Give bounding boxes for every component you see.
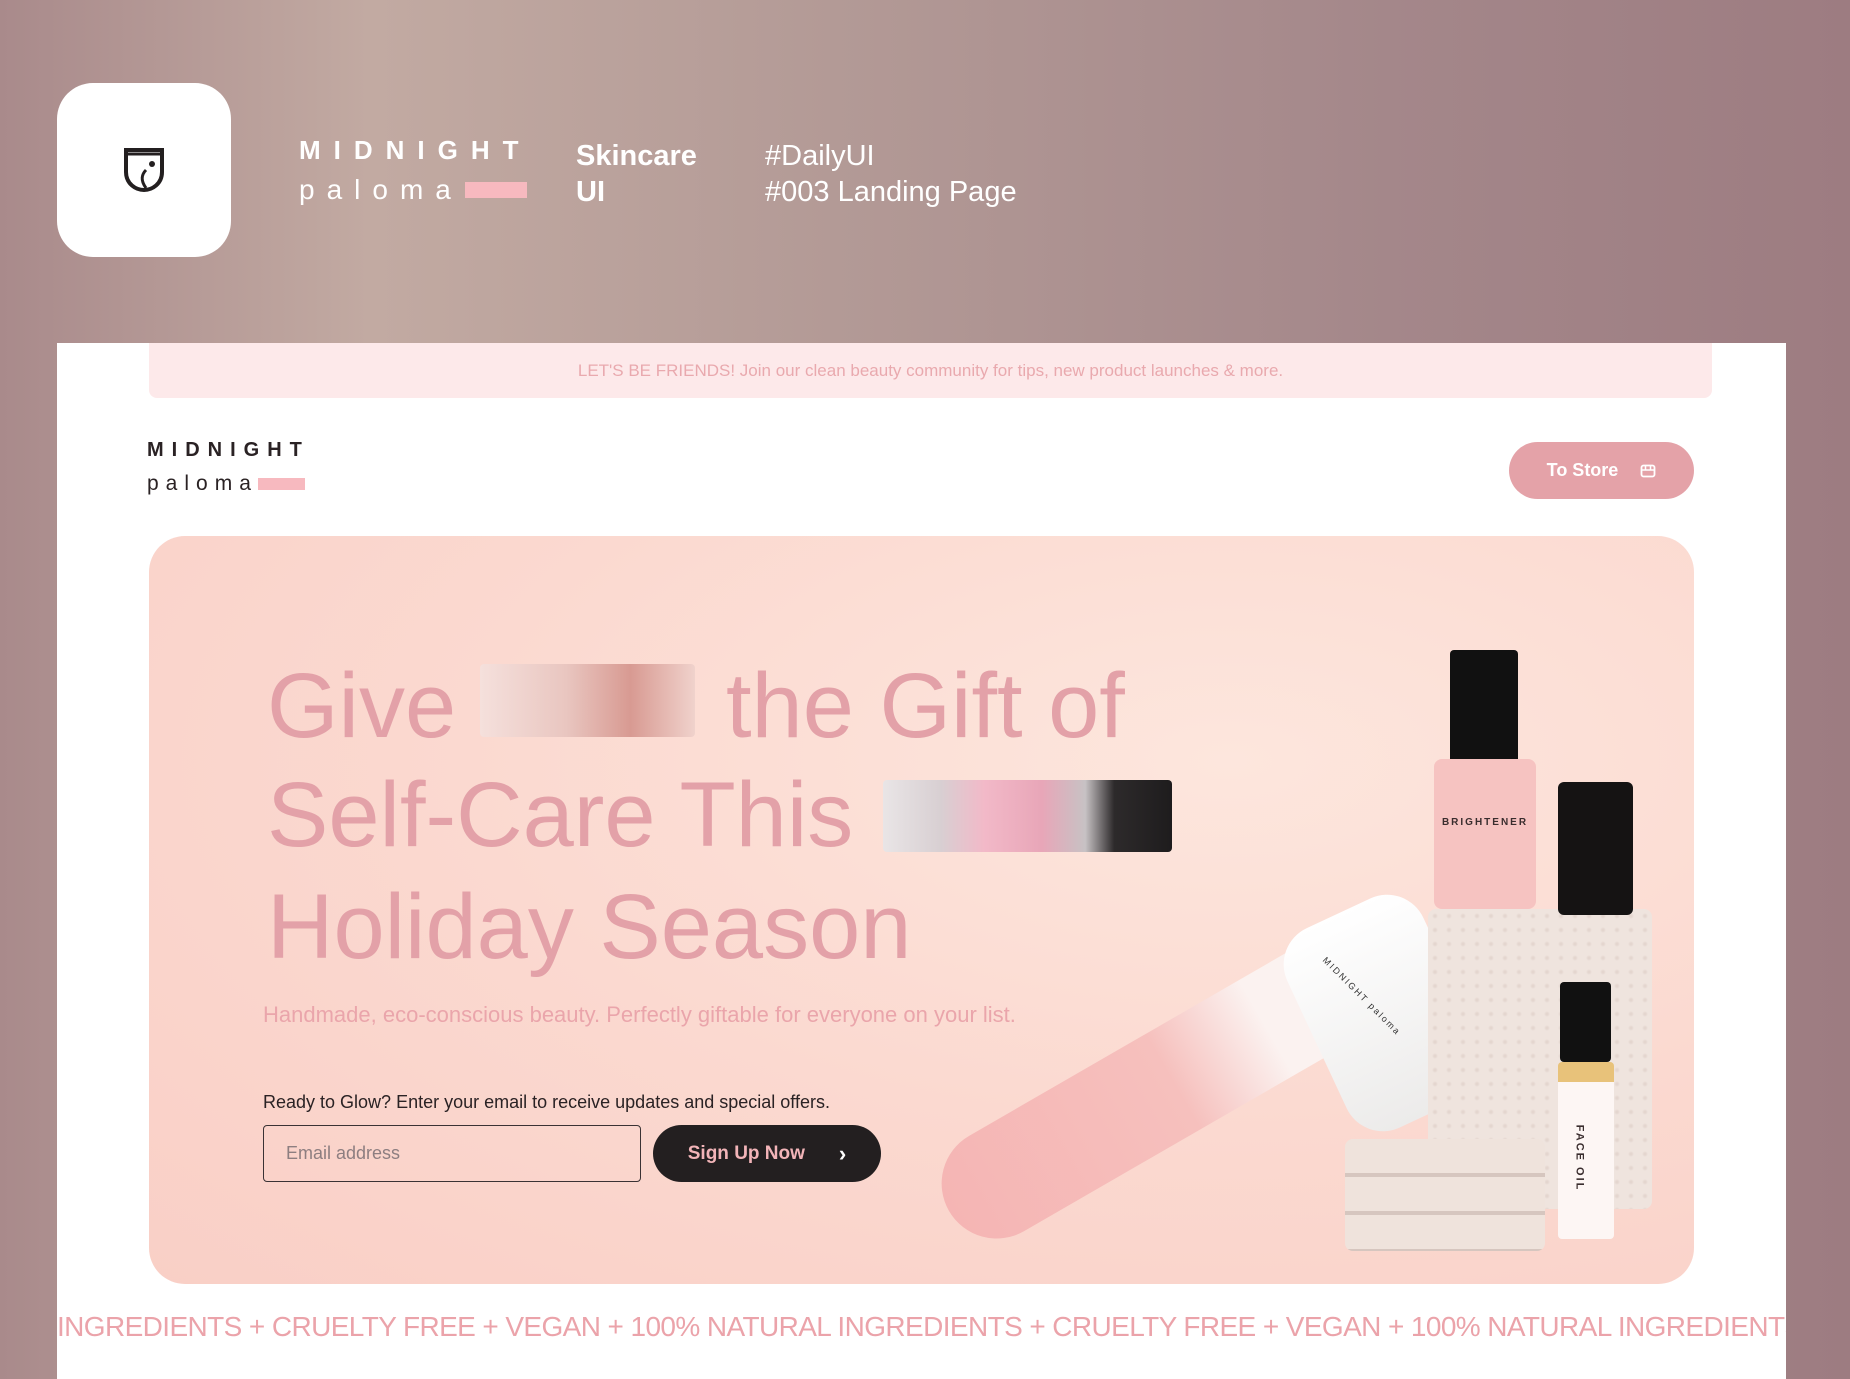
store-icon xyxy=(1640,464,1656,477)
to-store-label: To Store xyxy=(1546,460,1619,480)
black-bottle xyxy=(1558,782,1633,915)
landing-page: LET'S BE FRIENDS! Join our clean beauty … xyxy=(57,343,1786,1379)
sign-up-label: Sign Up Now xyxy=(687,1142,805,1164)
headline-give: Give xyxy=(267,655,457,757)
stone-tiles xyxy=(1345,1139,1545,1251)
site-logo[interactable]: MIDNIGHT paloma xyxy=(147,439,310,496)
marquee-text: INGREDIENTS + CRUELTY FREE + VEGAN + 100… xyxy=(57,1311,1786,1342)
brand-paloma: paloma xyxy=(299,174,463,205)
email-prompt: Ready to Glow? Enter your email to recei… xyxy=(263,1092,830,1112)
email-input[interactable] xyxy=(263,1125,641,1182)
logo-paloma: paloma xyxy=(147,472,258,495)
headline-holiday: Holiday Season xyxy=(267,876,912,978)
brightener-label: BRIGHTENER xyxy=(1441,817,1529,828)
shield-drop-icon xyxy=(124,148,164,193)
headline-image-bag xyxy=(883,780,1172,852)
marquee-strip: INGREDIENTS + CRUELTY FREE + VEGAN + 100… xyxy=(57,1311,1786,1343)
app-icon xyxy=(57,83,231,257)
roller-brand: MIDNIGHT paloma xyxy=(1320,955,1404,1038)
headline-selfcare: Self-Care This xyxy=(267,764,854,866)
logo-swatch xyxy=(257,478,305,490)
brand-midnight: MIDNIGHT xyxy=(299,135,532,165)
headline-gift: the Gift of xyxy=(726,655,1125,757)
tag-line1: #DailyUI xyxy=(765,140,875,172)
chevron-right-icon: › xyxy=(838,1140,847,1166)
announcement-banner[interactable]: LET'S BE FRIENDS! Join our clean beauty … xyxy=(149,343,1712,398)
project-line2: UI xyxy=(576,176,605,208)
sign-up-button[interactable]: Sign Up Now › xyxy=(653,1125,881,1182)
brightener-bottle: BRIGHTENER xyxy=(1434,759,1536,909)
hero-section: MIDNIGHT paloma BRIGHTENER FACE OIL Give… xyxy=(149,536,1694,1284)
to-store-button[interactable]: To Store xyxy=(1509,442,1694,499)
hero-subtitle: Handmade, eco-conscious beauty. Perfectl… xyxy=(263,1002,1016,1027)
tag-line2: #003 Landing Page xyxy=(765,176,1017,208)
face-oil-bottle: FACE OIL xyxy=(1558,1062,1614,1239)
project-line1: Skincare xyxy=(576,140,697,172)
header-brand: MIDNIGHT paloma xyxy=(299,135,532,206)
project-tags: #DailyUI #003 Landing Page xyxy=(765,138,1017,210)
brand-swatch xyxy=(464,182,527,198)
project-title: Skincare UI xyxy=(576,138,697,210)
banner-text: LET'S BE FRIENDS! Join our clean beauty … xyxy=(577,360,1284,380)
face-oil-label: FACE OIL xyxy=(1573,1124,1586,1192)
brightener-pump xyxy=(1450,650,1518,759)
logo-midnight: MIDNIGHT xyxy=(147,439,310,461)
headline-image-brightener xyxy=(480,664,695,737)
face-oil-cap xyxy=(1560,982,1611,1062)
